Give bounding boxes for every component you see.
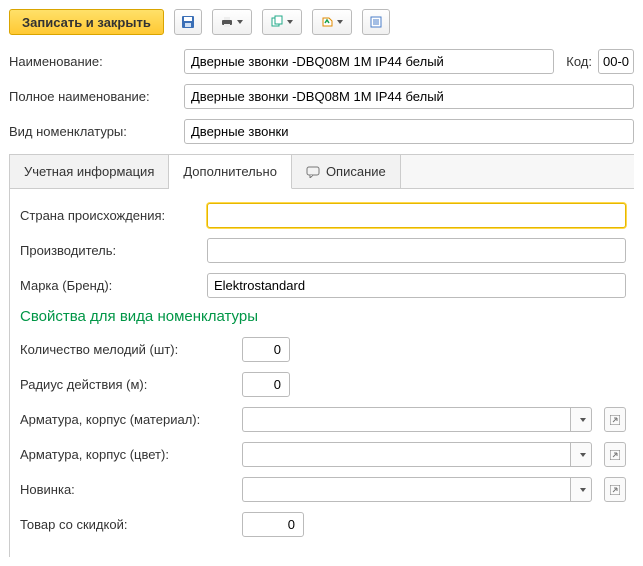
radius-input[interactable] (242, 372, 290, 397)
print-button[interactable] (212, 9, 252, 35)
novelty-open-button[interactable] (604, 477, 626, 502)
tab-pane-additional: Страна происхождения: Производитель: Мар… (9, 189, 634, 557)
color-open-button[interactable] (604, 442, 626, 467)
discount-input[interactable] (242, 512, 304, 537)
melodies-input[interactable] (242, 337, 290, 362)
properties-section-title: Свойства для вида номенклатуры (20, 308, 626, 325)
chevron-down-icon (287, 20, 293, 24)
country-row: Страна происхождения: (20, 203, 626, 228)
chevron-down-icon (337, 20, 343, 24)
radius-row: Радиус действия (м): (20, 372, 626, 397)
fullname-row: Полное наименование: (9, 84, 634, 109)
speech-icon (306, 166, 320, 178)
fullname-input[interactable] (184, 84, 634, 109)
files-icon (270, 15, 284, 29)
floppy-icon (181, 15, 195, 29)
upload-icon (320, 15, 334, 29)
kind-label: Вид номенклатуры: (9, 124, 184, 139)
novelty-dropdown-button[interactable] (570, 477, 592, 502)
printer-icon (220, 15, 234, 29)
tab-description-label: Описание (326, 164, 386, 179)
manufacturer-label: Производитель: (20, 243, 207, 258)
brand-input[interactable] (207, 273, 626, 298)
novelty-combo (242, 477, 626, 502)
color-row: Арматура, корпус (цвет): (20, 442, 626, 467)
code-label: Код: (566, 54, 592, 69)
tabbar: Учетная информация Дополнительно Описани… (9, 154, 634, 189)
kind-input[interactable] (184, 119, 634, 144)
name-row: Наименование: Код: (9, 49, 634, 74)
open-icon (610, 450, 620, 460)
open-icon (610, 415, 620, 425)
manufacturer-row: Производитель: (20, 238, 626, 263)
name-input[interactable] (184, 49, 554, 74)
color-dropdown-button[interactable] (570, 442, 592, 467)
toolbar: Записать и закрыть (9, 9, 634, 35)
material-input[interactable] (242, 407, 570, 432)
list-button[interactable] (362, 9, 390, 35)
novelty-row: Новинка: (20, 477, 626, 502)
material-row: Арматура, корпус (материал): (20, 407, 626, 432)
brand-label: Марка (Бренд): (20, 278, 207, 293)
novelty-label: Новинка: (20, 482, 242, 497)
save-button[interactable] (174, 9, 202, 35)
country-label: Страна происхождения: (20, 208, 207, 223)
name-label: Наименование: (9, 54, 184, 69)
kind-row: Вид номенклатуры: (9, 119, 634, 144)
color-combo (242, 442, 626, 467)
material-label: Арматура, корпус (материал): (20, 412, 242, 427)
novelty-input[interactable] (242, 477, 570, 502)
color-input[interactable] (242, 442, 570, 467)
radius-label: Радиус действия (м): (20, 377, 242, 392)
upload-button[interactable] (312, 9, 352, 35)
material-combo (242, 407, 626, 432)
open-icon (610, 485, 620, 495)
chevron-down-icon (580, 418, 586, 422)
tab-description[interactable]: Описание (292, 155, 401, 188)
chevron-down-icon (580, 488, 586, 492)
material-dropdown-button[interactable] (570, 407, 592, 432)
discount-row: Товар со скидкой: (20, 512, 626, 537)
save-and-close-button[interactable]: Записать и закрыть (9, 9, 164, 35)
list-icon (369, 15, 383, 29)
chevron-down-icon (237, 20, 243, 24)
melodies-label: Количество мелодий (шт): (20, 342, 242, 357)
discount-label: Товар со скидкой: (20, 517, 242, 532)
fullname-label: Полное наименование: (9, 89, 184, 104)
chevron-down-icon (580, 453, 586, 457)
code-input[interactable] (598, 49, 634, 74)
brand-row: Марка (Бренд): (20, 273, 626, 298)
tab-accounting[interactable]: Учетная информация (10, 155, 169, 188)
color-label: Арматура, корпус (цвет): (20, 447, 242, 462)
melodies-row: Количество мелодий (шт): (20, 337, 626, 362)
files-button[interactable] (262, 9, 302, 35)
tab-additional[interactable]: Дополнительно (169, 155, 292, 189)
manufacturer-input[interactable] (207, 238, 626, 263)
country-input[interactable] (207, 203, 626, 228)
material-open-button[interactable] (604, 407, 626, 432)
